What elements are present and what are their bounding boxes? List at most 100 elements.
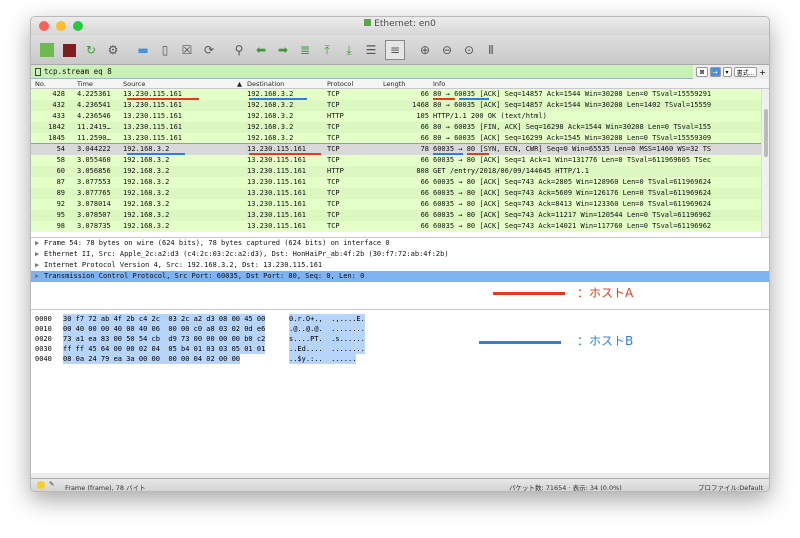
capture-options-button[interactable]: ⚙ xyxy=(103,40,123,60)
save-file-button[interactable]: ▯ xyxy=(155,40,175,60)
column-source[interactable]: Source xyxy=(123,80,145,88)
shark-fin-icon xyxy=(40,43,54,57)
expert-info-icon[interactable] xyxy=(37,481,45,489)
edit-comment-icon[interactable]: ✎ xyxy=(49,480,54,488)
resize-columns-icon: Ⅱ xyxy=(488,43,494,57)
scrollbar-thumb[interactable] xyxy=(764,109,768,157)
normal-size-button[interactable]: ⊙ xyxy=(459,40,479,60)
packet-cell-proto: TCP xyxy=(327,123,340,131)
open-file-button[interactable]: ▬ xyxy=(133,40,153,60)
start-capture-button[interactable] xyxy=(37,40,57,60)
packet-cell-time: 4.225361 xyxy=(77,90,111,98)
column-no[interactable]: No. xyxy=(35,80,46,88)
last-packet-button[interactable]: ⤓ xyxy=(339,40,359,60)
packet-cell-time: 3.078735 xyxy=(77,222,111,230)
expression-button[interactable]: 書式... xyxy=(733,67,758,77)
first-packet-button[interactable]: ⤒ xyxy=(317,40,337,60)
go-back-button[interactable]: ⬅ xyxy=(251,40,271,60)
packet-cell-time: 3.078014 xyxy=(77,200,111,208)
packet-cell-dst: 13.230.115.161 xyxy=(247,178,307,186)
folder-icon: ▬ xyxy=(137,43,149,57)
packet-list-scrollbar[interactable] xyxy=(761,89,769,237)
filter-history-button[interactable]: ▾ xyxy=(722,67,732,77)
packet-cell-src: 13.230.115.161 xyxy=(123,101,183,109)
hex-bytes: ff ff 45 64 00 00 02 04 05 b4 01 03 03 0… xyxy=(63,344,266,354)
detail-row[interactable]: ▶ Internet Protocol Version 4, Src: 192.1… xyxy=(31,260,769,271)
column-length[interactable]: Length xyxy=(383,80,405,88)
column-destination[interactable]: Destination xyxy=(247,80,284,88)
autoscroll-button[interactable]: ☰ xyxy=(361,40,381,60)
packet-cell-no: 98 xyxy=(56,222,65,230)
go-to-packet-button[interactable]: ≣ xyxy=(295,40,315,60)
packet-cell-proto: HTTP xyxy=(327,167,344,175)
stop-icon xyxy=(62,43,76,57)
packet-details: ▶ Frame 54: 78 bytes on wire (624 bits), … xyxy=(31,237,769,309)
clear-filter-button[interactable]: ⊠ xyxy=(696,67,708,77)
arrow-right-icon: ➡ xyxy=(277,43,289,57)
packet-row[interactable]: 60 3.056856 192.168.3.2 13.230.115.161 HTTP 8… xyxy=(31,166,761,177)
hex-bytes: 08 0a 24 79 ea 3a 00 00 00 00 04 02 00 0… xyxy=(63,354,241,364)
restart-capture-button[interactable]: ↻ xyxy=(81,40,101,60)
packet-row[interactable]: 1845 11.2590… 13.230.115.161 192.168.3.2 TCP… xyxy=(31,133,761,144)
packet-row[interactable]: 95 3.078507 192.168.3.2 13.230.115.161 TCP 66… xyxy=(31,210,761,221)
packet-cell-time: 4.236546 xyxy=(77,112,111,120)
apply-filter-button[interactable]: → xyxy=(709,67,721,77)
close-file-icon: ☒ xyxy=(181,43,193,57)
status-profile[interactable]: プロファイル:Default xyxy=(698,482,763,491)
close-file-button[interactable]: ☒ xyxy=(177,40,197,60)
packet-row[interactable]: 98 3.078735 192.168.3.2 13.230.115.161 TCP 66… xyxy=(31,221,761,232)
expand-icon[interactable]: ▶ xyxy=(35,238,44,249)
packet-row[interactable]: 92 3.078014 192.168.3.2 13.230.115.161 TCP 66… xyxy=(31,199,761,210)
reload-file-button[interactable]: ⟳ xyxy=(199,40,219,60)
zoom-out-icon: ⊖ xyxy=(441,43,453,57)
find-packet-button[interactable]: ⚲ xyxy=(229,40,249,60)
restart-icon: ↻ xyxy=(85,43,97,57)
gear-icon: ⚙ xyxy=(107,43,119,57)
zoom-out-button[interactable]: ⊖ xyxy=(437,40,457,60)
host-a-legend-label: ：ホストA xyxy=(577,286,634,300)
column-time[interactable]: Time xyxy=(77,80,93,88)
packet-row[interactable]: 1842 11.2419… 13.230.115.161 192.168.3.2 TCP… xyxy=(31,122,761,133)
bookmark-icon[interactable] xyxy=(35,67,41,76)
packet-row[interactable]: 87 3.077553 192.168.3.2 13.230.115.161 TCP 66… xyxy=(31,177,761,188)
packet-cell-len: 66 xyxy=(420,200,429,208)
packet-row[interactable]: 58 3.055460 192.168.3.2 13.230.115.161 TCP 66… xyxy=(31,155,761,166)
packet-cell-len: 1468 xyxy=(412,101,429,109)
packet-cell-proto: TCP xyxy=(327,178,340,186)
packet-cell-src: 13.230.115.161 xyxy=(123,112,183,120)
display-filter-bar[interactable]: tcp.stream eq 8 ⊠ → ▾ 書式... + xyxy=(31,65,769,79)
colorize-button[interactable]: ≡ xyxy=(385,40,405,60)
packet-row[interactable]: 89 3.077765 192.168.3.2 13.230.115.161 TCP 66… xyxy=(31,188,761,199)
chevron-down-icon: ▾ xyxy=(725,68,729,76)
detail-row[interactable]: ▶ Transmission Control Protocol, Src Port… xyxy=(31,271,769,282)
column-info[interactable]: Info xyxy=(433,80,445,88)
expand-icon[interactable]: ▶ xyxy=(35,271,44,282)
packet-cell-time: 3.044222 xyxy=(77,145,111,153)
packet-row[interactable]: 432 4.236541 13.230.115.161 192.168.3.2 TCP 1… xyxy=(31,100,761,111)
zoom-in-button[interactable]: ⊕ xyxy=(415,40,435,60)
expand-icon[interactable]: ▶ xyxy=(35,260,44,271)
packet-cell-no: 432 xyxy=(52,101,65,109)
packet-cell-src: 192.168.3.2 xyxy=(123,156,170,164)
packet-cell-dst: 13.230.115.161 xyxy=(247,167,307,175)
detail-row[interactable]: ▶ Frame 54: 78 bytes on wire (624 bits), … xyxy=(31,238,769,249)
column-protocol[interactable]: Protocol xyxy=(327,80,353,88)
packet-cell-info: 60035 → 80 [ACK] Seq=743 Ack=11217 Win=1… xyxy=(433,211,712,219)
host-b-legend-label: ：ホストB xyxy=(577,334,634,348)
packet-cell-time: 11.2419… xyxy=(77,123,111,131)
status-bar: ✎ Frame (frame), 78 バイト パケット数: 71654 · 表… xyxy=(31,478,769,491)
detail-row[interactable]: ▶ Ethernet II, Src: Apple_2c:a2:d3 (c4:2c… xyxy=(31,249,769,260)
resize-columns-button[interactable]: Ⅱ xyxy=(481,40,501,60)
stop-capture-button[interactable] xyxy=(59,40,79,60)
add-filter-button[interactable]: + xyxy=(759,68,766,77)
packet-cell-time: 3.078507 xyxy=(77,211,111,219)
packet-list-header: No. Time Source ▲ Destination Protocol L… xyxy=(31,79,769,89)
display-filter-input[interactable]: tcp.stream eq 8 xyxy=(44,67,112,76)
packet-cell-info: 80 → 60035 [ACK] Seq=14857 Ack=1544 Win=… xyxy=(433,101,712,109)
go-forward-button[interactable]: ➡ xyxy=(273,40,293,60)
packet-cell-time: 11.2590… xyxy=(77,134,111,142)
packet-row[interactable]: 433 4.236546 13.230.115.161 192.168.3.2 HTTP… xyxy=(31,111,761,122)
host-b-legend-line xyxy=(479,341,561,344)
packet-cell-src: 192.168.3.2 xyxy=(123,189,170,197)
expand-icon[interactable]: ▶ xyxy=(35,249,44,260)
